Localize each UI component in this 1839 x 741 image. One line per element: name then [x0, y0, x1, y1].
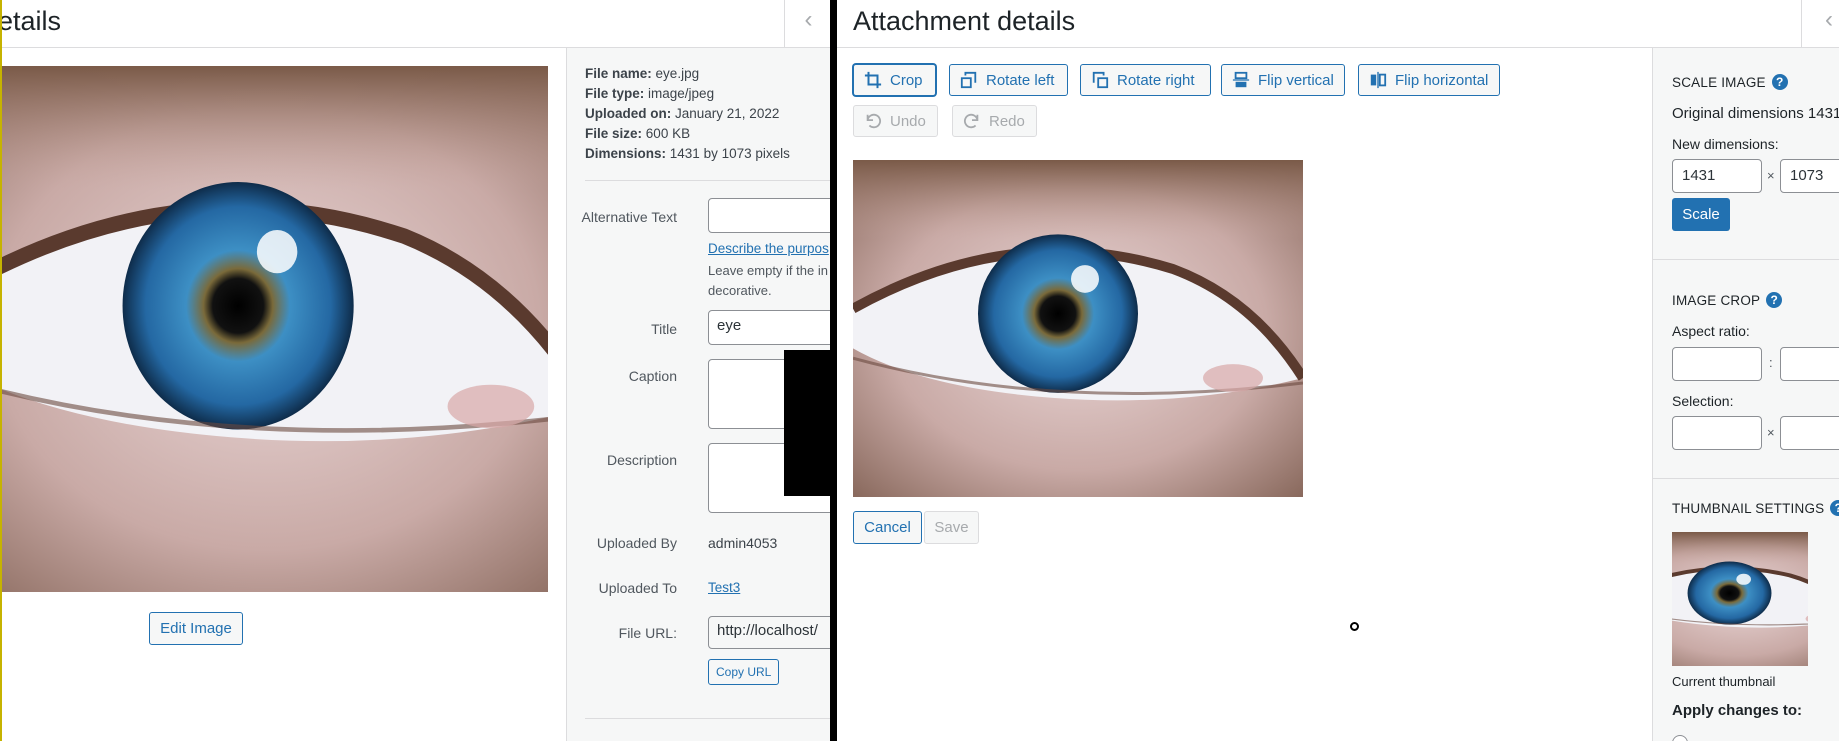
uploaded-by-label: Uploaded By — [596, 535, 677, 551]
file-name: eye.jpg — [655, 66, 700, 81]
current-thumbnail-label: Current thumbnail — [1672, 674, 1776, 689]
colon-sign: : — [1769, 355, 1773, 370]
divider — [585, 180, 830, 181]
mouse-cursor — [1350, 622, 1359, 631]
file-type-label: File type: — [585, 86, 645, 101]
flip-vertical-label: Flip vertical — [1258, 71, 1334, 89]
alt-text-help-line2: decorative. — [708, 283, 772, 298]
new-dimensions-label: New dimensions: — [1672, 136, 1779, 152]
scale-image-title: Scale Image — [1672, 75, 1766, 90]
save-button[interactable]: Save — [924, 511, 979, 544]
times-sign: × — [1767, 425, 1775, 440]
alt-text-label: Alternative Text — [581, 209, 677, 225]
scale-image-heading: Scale Image? — [1672, 74, 1788, 90]
flip-horizontal-button[interactable]: Flip horizontal — [1358, 64, 1500, 96]
selection-label: Selection: — [1672, 393, 1734, 409]
panel-header: Attachment details ‹ — [837, 0, 1839, 48]
split-divider — [830, 0, 837, 741]
times-sign: × — [1767, 168, 1775, 183]
file-name-label: File name: — [585, 66, 652, 81]
file-url-label: File URL: — [618, 625, 677, 641]
help-icon[interactable]: ? — [1766, 292, 1783, 308]
rotate-right-icon — [1092, 71, 1109, 89]
help-icon[interactable]: ? — [1771, 74, 1788, 90]
rotate-right-button[interactable]: Rotate right — [1080, 64, 1211, 96]
attachment-image-preview — [2, 66, 548, 592]
cancel-button[interactable]: Cancel — [853, 511, 922, 544]
crop-label: Crop — [890, 71, 923, 89]
chevron-left-icon[interactable]: ‹ — [1801, 0, 1839, 48]
chevron-left-icon[interactable]: ‹ — [784, 0, 830, 48]
title-label: Title — [651, 321, 677, 337]
redo-icon — [964, 113, 979, 129]
redo-label: Redo — [989, 112, 1025, 130]
file-meta: File name: eye.jpg File type: image/jpeg… — [585, 64, 790, 164]
file-url-input[interactable]: http://localhost/ — [708, 616, 830, 649]
panel-title: Attachment details — [853, 6, 1076, 36]
thumbnail-settings-title: Thumbnail Settings — [1672, 501, 1825, 516]
flip-horizontal-label: Flip horizontal — [1395, 71, 1489, 89]
file-type: image/jpeg — [648, 86, 715, 101]
thumbnail-settings-heading: Thumbnail Settings? — [1672, 500, 1839, 516]
current-thumbnail-image — [1672, 532, 1808, 666]
undo-label: Undo — [890, 112, 926, 130]
selection-width-input[interactable] — [1672, 416, 1762, 450]
flip-vertical-icon — [1232, 71, 1250, 88]
caption-label: Caption — [628, 368, 677, 384]
scale-height-input[interactable]: 1073 — [1780, 159, 1839, 193]
attachment-details-panel: etails ‹ Edit Image File name: eye.jpg F… — [0, 0, 830, 741]
edit-image-button[interactable]: Edit Image — [149, 612, 243, 645]
aspect-ratio-label: Aspect ratio: — [1672, 323, 1750, 339]
uploaded-on: January 21, 2022 — [675, 106, 780, 121]
image-crop-title: Image Crop — [1672, 293, 1761, 308]
divider — [1653, 478, 1839, 479]
aspect-ratio-height-input[interactable] — [1780, 347, 1839, 381]
uploaded-by-value: admin4053 — [708, 535, 778, 551]
copy-url-button[interactable]: Copy URL — [708, 659, 780, 685]
redo-button[interactable]: Redo — [952, 105, 1037, 137]
rotate-left-label: Rotate left — [986, 71, 1055, 89]
uploaded-to-link[interactable]: Test3 — [708, 580, 740, 595]
divider — [1653, 259, 1839, 260]
uploaded-to-label: Uploaded To — [598, 580, 677, 596]
aspect-ratio-width-input[interactable] — [1672, 347, 1762, 381]
scale-button[interactable]: Scale — [1672, 198, 1730, 231]
selection-height-input[interactable] — [1780, 416, 1839, 450]
describe-purpose-link[interactable]: Describe the purpos — [708, 241, 829, 256]
rotate-left-button[interactable]: Rotate left — [949, 64, 1068, 96]
image-editor-panel: Attachment details ‹ Crop Rotate left Ro… — [837, 0, 1839, 741]
uploaded-on-label: Uploaded on: — [585, 106, 672, 121]
image-editor-settings: Scale Image? Original dimensions 1431 Ne… — [1652, 48, 1839, 741]
scale-width-input[interactable]: 1431 — [1672, 159, 1762, 193]
description-label: Description — [606, 452, 677, 468]
undo-button[interactable]: Undo — [853, 105, 938, 137]
apply-changes-label: Apply changes to: — [1672, 702, 1803, 719]
panel-header: etails ‹ — [2, 0, 830, 48]
rotate-left-icon — [960, 71, 977, 89]
flip-horizontal-icon — [1370, 71, 1387, 89]
alt-text-input[interactable] — [708, 198, 830, 233]
apply-changes-radio[interactable] — [1672, 735, 1688, 741]
undo-icon — [866, 113, 881, 129]
file-size-label: File size: — [585, 126, 643, 141]
divider — [585, 718, 830, 719]
flip-vertical-button[interactable]: Flip vertical — [1221, 64, 1345, 96]
help-icon[interactable]: ? — [1830, 500, 1839, 516]
dimensions-label: Dimensions: — [585, 146, 667, 161]
dimensions: 1431 by 1073 pixels — [669, 146, 790, 161]
editor-image-canvas[interactable] — [853, 160, 1303, 497]
image-crop-heading: Image Crop? — [1672, 292, 1783, 308]
panel-title: etails — [0, 6, 62, 36]
crop-icon — [864, 71, 882, 89]
file-size: 600 KB — [645, 126, 691, 141]
original-dimensions: Original dimensions 1431 — [1672, 105, 1839, 122]
rotate-right-label: Rotate right — [1117, 71, 1195, 89]
crop-button[interactable]: Crop — [853, 64, 936, 96]
